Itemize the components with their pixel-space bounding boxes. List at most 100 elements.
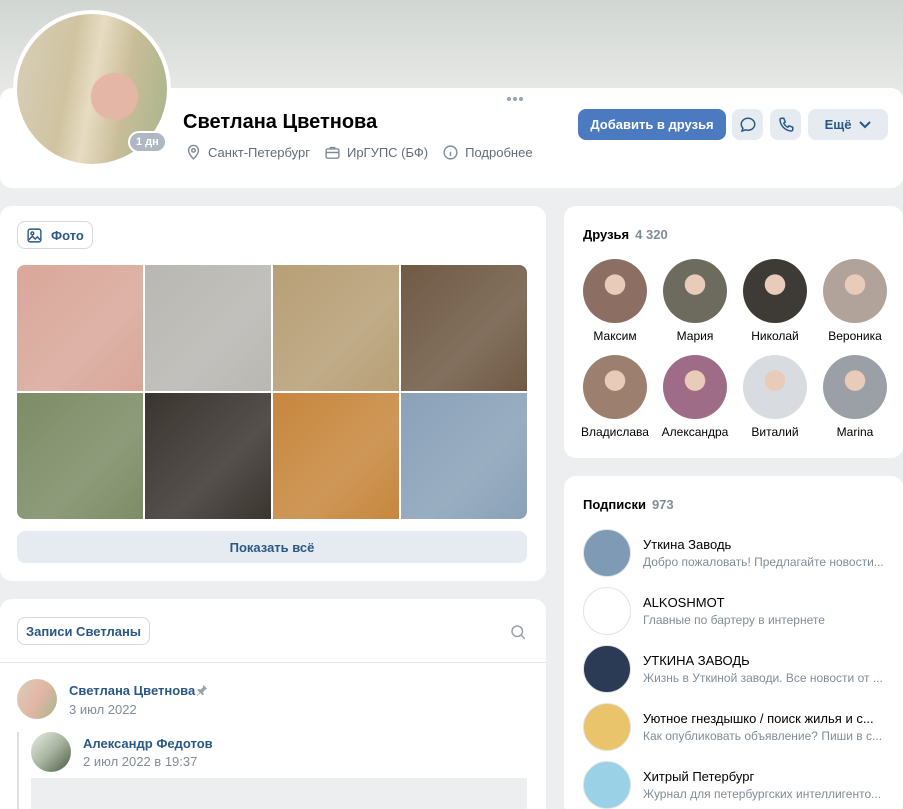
chevron-down-icon [859,120,872,128]
subscription-avatar [583,587,631,635]
wall-chip-label: Записи Светланы [26,623,141,639]
friend-item[interactable]: Владислава [575,355,655,439]
photo-thumbnail[interactable] [273,393,399,519]
friend-avatar [583,259,647,323]
friend-item[interactable]: Николай [735,259,815,343]
pin-icon [196,684,208,696]
search-icon[interactable] [509,623,527,641]
photo-thumbnail[interactable] [273,265,399,391]
wall-divider [0,662,546,663]
profile-name: Светлана Цветнова [183,111,378,133]
add-friend-button[interactable]: Добавить в друзья [578,109,726,140]
meta-university[interactable]: ИрГУПС (БФ) [324,144,428,161]
friend-avatar [823,355,887,419]
friend-name: Мария [676,329,714,343]
location-pin-icon [187,144,200,160]
photo-thumbnail[interactable] [401,393,527,519]
friend-name: Владислава [581,425,649,439]
photo-thumbnail[interactable] [17,265,143,391]
photo-thumbnail[interactable] [145,265,271,391]
friend-avatar [583,355,647,419]
friend-name: Вероника [828,329,882,343]
photo-grid [17,265,527,519]
friend-item[interactable]: Максим [575,259,655,343]
subscriptions-title[interactable]: Подписки 973 [583,497,674,512]
friend-avatar [663,259,727,323]
subscription-description: Как опубликовать объявление? Пиши в с... [643,729,883,743]
photos-section: Фото Показать всё [0,206,546,581]
friend-name: Максим [593,329,637,343]
photo-thumbnail[interactable] [401,265,527,391]
subscriptions-title-label: Подписки [583,497,646,512]
subscription-item[interactable]: Уткина Заводь Добро пожаловать! Предлагай… [583,529,903,579]
chat-bubble-icon [739,116,756,132]
more-dots-icon[interactable] [506,96,524,102]
friend-item[interactable]: Marina [815,355,895,439]
meta-city[interactable]: Санкт-Петербург [185,144,310,161]
subscription-title: УТКИНА ЗАВОДЬ [643,653,750,668]
friends-count: 4 320 [635,227,668,242]
repost-date[interactable]: 2 июл 2022 в 19:37 [83,754,197,769]
subscription-description: Жизнь в Уткиной заводи. Все новости от .… [643,671,883,685]
details-label: Подробнее [465,145,533,160]
subscription-item[interactable]: УТКИНА ЗАВОДЬ Жизнь в Уткиной заводи. Все… [583,645,903,695]
repost-author-name[interactable]: Александр Федотов [83,736,213,751]
profile-meta: Санкт-Петербург ИрГУПС (БФ) Подробнее [185,144,533,161]
subscription-avatar [583,529,631,577]
subscription-item[interactable]: Хитрый Петербург Журнал для петербургских… [583,761,903,809]
photo-thumbnail[interactable] [145,393,271,519]
repost-line [17,732,19,809]
subscription-title: Уткина Заводь [643,537,732,552]
university-label: ИрГУПС (БФ) [346,145,429,160]
repost-author-avatar[interactable] [31,732,71,772]
meta-details[interactable]: Подробнее [442,144,533,161]
call-button[interactable] [770,109,801,140]
image-icon [27,227,42,243]
subscription-title: Уютное гнездышко / поиск жилья и с... [643,711,874,726]
subscription-description: Главные по бартеру в интернете [643,613,825,627]
subscription-description: Журнал для петербургских интеллигенто... [643,787,882,801]
photos-chip-label: Фото [51,227,84,243]
photos-chip[interactable]: Фото [17,221,93,249]
briefcase-icon [325,146,340,159]
subscriptions-section: Подписки 973 Уткина Заводь Добро пожаловат… [564,476,903,809]
subscription-title: ALKOSHMOT [643,595,725,610]
friend-avatar [743,259,807,323]
subscription-avatar [583,703,631,751]
friend-item[interactable]: Виталий [735,355,815,439]
friend-name: Marina [836,425,874,439]
friend-avatar [663,355,727,419]
show-all-photos-button[interactable]: Показать всё [17,531,527,563]
friend-name: Александра [661,425,729,439]
subscriptions-count: 973 [651,497,674,512]
post-author-avatar[interactable] [17,679,57,719]
phone-icon [778,117,793,132]
photo-thumbnail[interactable] [17,393,143,519]
friends-title-label: Друзья [583,227,630,242]
more-label: Ещё [824,117,852,132]
subscription-title: Хитрый Петербург [643,769,755,784]
post-author-name[interactable]: Светлана Цветнова [69,683,195,698]
wall-posts-chip[interactable]: Записи Светланы [17,617,150,645]
friend-name: Николай [751,329,799,343]
subscription-item[interactable]: ALKOSHMOT Главные по бартеру в интернете [583,587,903,637]
online-badge: 1 дн [128,131,167,153]
subscription-avatar [583,645,631,693]
friend-avatar [743,355,807,419]
friend-item[interactable]: Мария [655,259,735,343]
friend-item[interactable]: Вероника [815,259,895,343]
subscription-avatar [583,761,631,809]
friend-avatar [823,259,887,323]
more-button[interactable]: Ещё [808,109,888,140]
info-icon [443,145,458,160]
friend-name: Виталий [751,425,799,439]
subscription-item[interactable]: Уютное гнездышко / поиск жилья и с... Как… [583,703,903,753]
post-date[interactable]: 3 июл 2022 [69,702,137,717]
friends-title[interactable]: Друзья 4 320 [583,227,668,242]
repost-content [31,778,527,809]
city-label: Санкт-Петербург [208,145,310,160]
friend-item[interactable]: Александра [655,355,735,439]
subscription-description: Добро пожаловать! Предлагайте новости... [643,555,884,569]
message-button[interactable] [732,109,763,140]
friends-section: Друзья 4 320 Максим Мария Николай Вероника Вл… [564,206,903,458]
